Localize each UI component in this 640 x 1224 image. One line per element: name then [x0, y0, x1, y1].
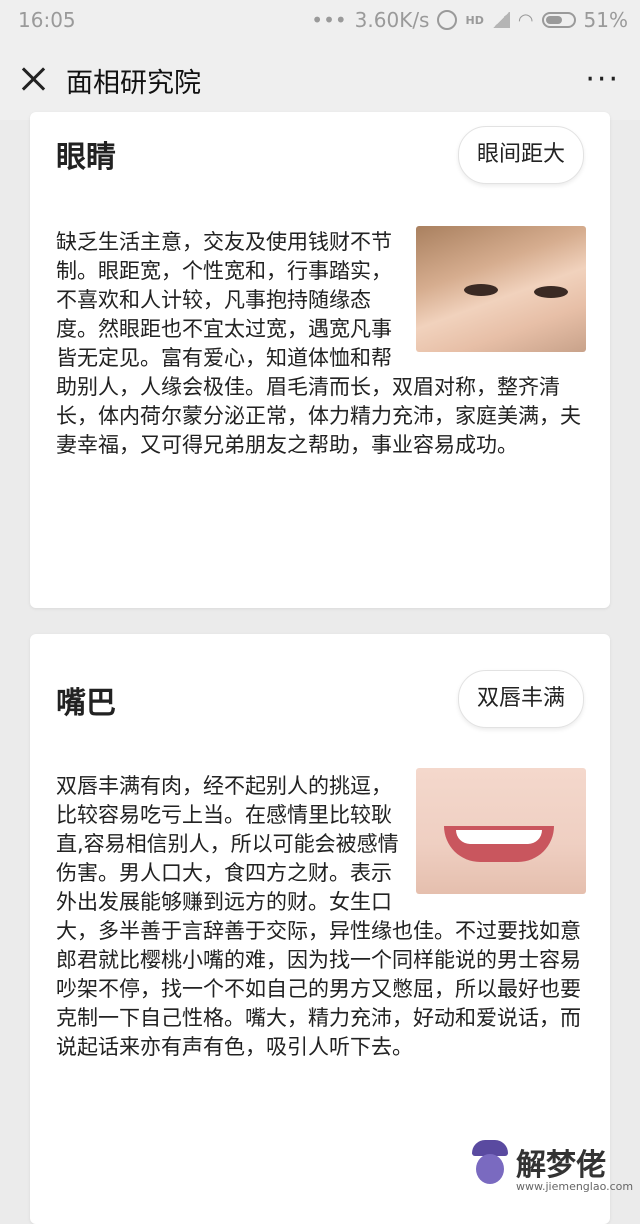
battery-icon: [541, 12, 576, 28]
wifi-icon: ◠: [517, 9, 534, 31]
eye-shape: [464, 284, 498, 296]
network-speed: 3.60K/s: [354, 8, 430, 32]
face-shape: [476, 1154, 504, 1184]
watermark-text: 解梦佬: [516, 1148, 606, 1183]
title-bar: 面相研究院 ···: [0, 40, 640, 120]
feature-tag[interactable]: 眼间距大: [457, 126, 584, 184]
eyes-photo: [416, 226, 586, 352]
feature-card-mouth: 嘴巴 双唇丰满 双唇丰满有肉，经不起别人的挑逗，比较容易吃亏上当。在感情里比较耿…: [30, 634, 610, 1224]
notification-dots: •••: [311, 8, 347, 32]
eye-shape: [534, 286, 568, 298]
more-options-icon[interactable]: ···: [585, 62, 620, 97]
feature-tag[interactable]: 双唇丰满: [457, 670, 584, 728]
close-icon[interactable]: [16, 62, 50, 96]
feature-card-eyes: 眼睛 眼间距大 缺乏生活主意，交友及使用钱财不节制。眼距宽，个性宽和，行事踏实，…: [30, 112, 610, 608]
status-indicators: ••• 3.60K/s HD ◠ 51%: [311, 8, 628, 32]
watermark-url: www.jiemenglao.com: [516, 1180, 634, 1193]
card-title: 眼睛: [56, 140, 116, 175]
page-title: 面相研究院: [66, 68, 201, 99]
alarm-icon: [437, 10, 458, 30]
hd-icon: HD: [465, 13, 484, 27]
watermark-logo-icon: [470, 1140, 510, 1186]
card-body: 双唇丰满有肉，经不起别人的挑逗，比较容易吃亏上当。在感情里比较耿直,容易相信别人…: [56, 768, 586, 1062]
card-title: 嘴巴: [56, 686, 116, 721]
card-body: 缺乏生活主意，交友及使用钱财不节制。眼距宽，个性宽和，行事踏实，不喜欢和人计较，…: [56, 226, 586, 460]
battery-percent: 51%: [583, 8, 628, 32]
signal-icon: [491, 12, 510, 28]
teeth-shape: [456, 830, 542, 844]
status-time: 16:05: [18, 8, 76, 32]
mouth-photo: [416, 768, 586, 894]
status-bar: 16:05 ••• 3.60K/s HD ◠ 51%: [0, 0, 640, 40]
